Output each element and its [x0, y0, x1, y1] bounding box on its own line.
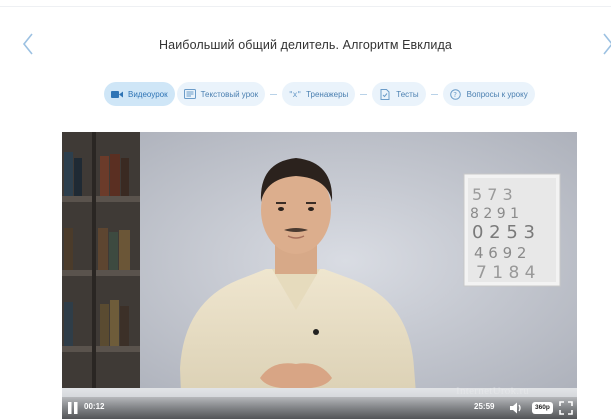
video-watermark: InternetUrok.ru [456, 385, 530, 397]
speaker-icon [510, 402, 521, 414]
bookshelf [62, 132, 140, 419]
lesson-title: Наибольший общий делитель. Алгоритм Евкл… [159, 38, 452, 52]
test-document-icon [378, 88, 392, 100]
pause-icon [68, 402, 78, 414]
fullscreen-icon [559, 401, 573, 415]
question-circle-icon: ? [449, 88, 463, 100]
svg-text:"x": "x" [289, 90, 301, 99]
tab-label: Текстовый урок [200, 89, 259, 99]
video-player[interactable]: 5 7 3 8 2 9 1 0 2 5 3 4 6 9 2 7 1 8 4 In… [62, 132, 577, 419]
tab-label: Тренажеры [306, 89, 349, 99]
current-time: 00:12 [84, 402, 105, 411]
tab-questions[interactable]: ? Вопросы к уроку [442, 82, 535, 106]
svg-text:8 2 9 1: 8 2 9 1 [470, 206, 519, 222]
trainer-icon: "x" [288, 88, 302, 100]
text-lesson-icon [183, 88, 197, 100]
tab-label: Вопросы к уроку [466, 89, 528, 99]
numbers-poster: 5 7 3 8 2 9 1 0 2 5 3 4 6 9 2 7 1 8 4 [463, 173, 561, 287]
tab-label: Тесты [396, 89, 419, 99]
volume-button[interactable] [509, 401, 523, 415]
tab-text-lesson[interactable]: Текстовый урок [176, 82, 266, 106]
tab-video-lesson[interactable]: Видеоурок [104, 82, 175, 106]
tab-separator [360, 93, 368, 95]
fullscreen-button[interactable] [559, 401, 573, 415]
tab-trainers[interactable]: "x" Тренажеры [282, 82, 356, 106]
svg-text:5 7 3: 5 7 3 [472, 185, 513, 204]
tab-label: Видеоурок [128, 89, 168, 99]
svg-text:0 2 5 3: 0 2 5 3 [472, 222, 535, 243]
total-time: 25:59 [474, 402, 495, 411]
quality-selector[interactable]: 360p [532, 402, 553, 414]
video-frame: 5 7 3 8 2 9 1 0 2 5 3 4 6 9 2 7 1 8 4 [62, 132, 577, 419]
svg-text:?: ? [453, 91, 457, 99]
pause-button[interactable] [66, 401, 80, 415]
svg-text:7 1 8 4: 7 1 8 4 [476, 263, 535, 283]
lesson-tabs: Видеоурок Текстовый урок "x" Тренажеры Т… [104, 82, 535, 106]
video-camera-icon [110, 88, 124, 100]
tab-separator [430, 93, 438, 95]
tab-separator [270, 93, 278, 95]
tab-tests[interactable]: Тесты [372, 82, 426, 106]
svg-text:4 6 9 2: 4 6 9 2 [474, 244, 526, 262]
top-divider [0, 6, 611, 7]
video-controls: 00:12 25:59 360p [62, 397, 577, 419]
